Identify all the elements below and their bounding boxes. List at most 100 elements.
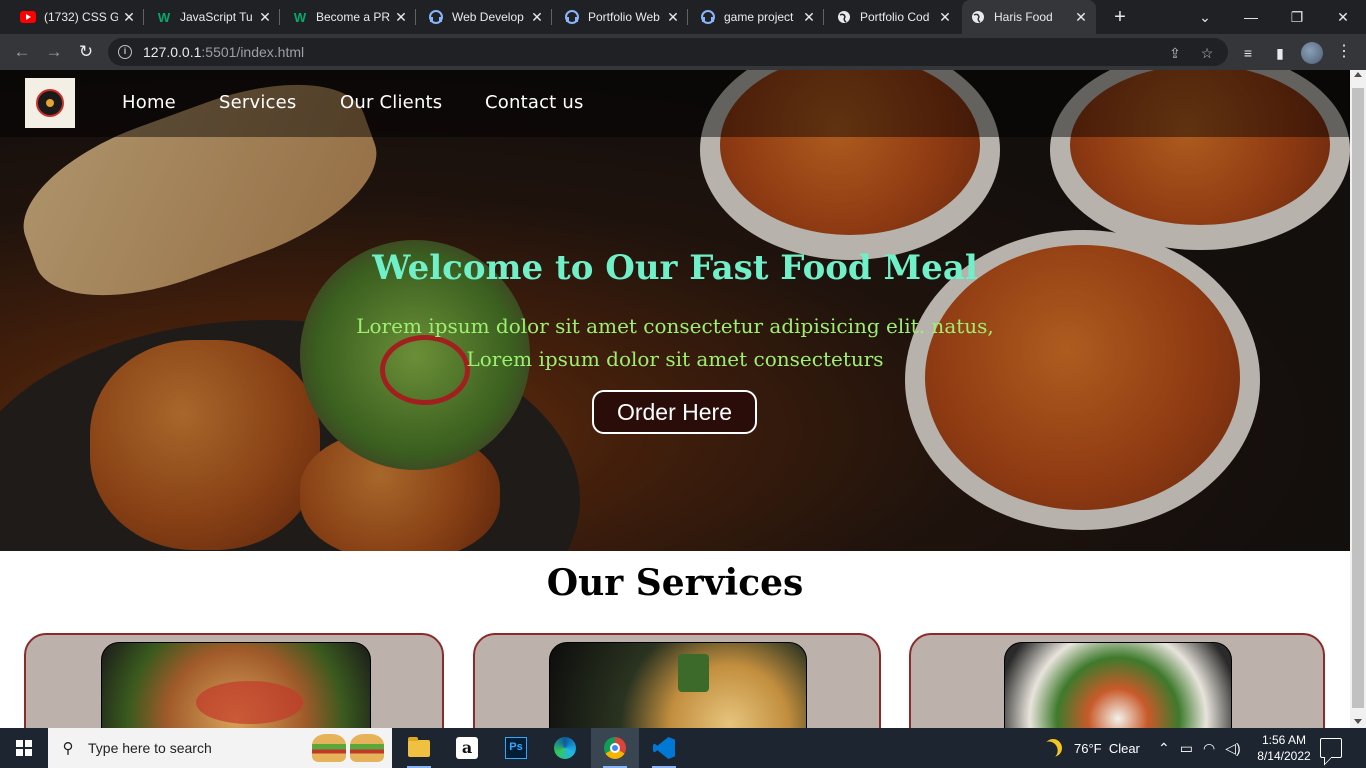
show-hidden-icons-icon[interactable]: ⌃: [1158, 740, 1170, 757]
taskbar-edge[interactable]: [541, 728, 589, 768]
reading-list-icon[interactable]: ≡: [1238, 43, 1258, 63]
scrollbar-thumb[interactable]: [1352, 88, 1364, 708]
scroll-up-arrow-icon[interactable]: [1354, 72, 1362, 77]
taskbar-photoshop[interactable]: Ps: [492, 728, 540, 768]
service-card[interactable]: [473, 633, 881, 728]
browser-tab-strip: (1732) CSS Gr ✕ W JavaScript Tu ✕ W Beco…: [0, 0, 1366, 34]
w3schools-icon: W: [293, 9, 307, 25]
close-tab-icon[interactable]: ✕: [1074, 9, 1088, 26]
close-tab-icon[interactable]: ✕: [394, 9, 408, 26]
nav-link-contact-us[interactable]: Contact us: [485, 92, 584, 113]
close-tab-icon[interactable]: ✕: [802, 9, 816, 26]
url-text[interactable]: 127.0.0.1:5501/index.html: [143, 44, 304, 60]
chrome-icon: [604, 737, 626, 759]
hero-title: Welcome to Our Fast Food Meal: [372, 248, 978, 288]
taskbar-chrome[interactable]: [591, 728, 639, 768]
weather-widget[interactable]: 76°F Clear: [1044, 728, 1140, 768]
browser-toolbar: ← → ↻ i 127.0.0.1:5501/index.html ⇪ ☆ ≡ …: [0, 34, 1366, 70]
close-tab-icon[interactable]: ✕: [938, 9, 952, 26]
wifi-icon[interactable]: ◠: [1203, 740, 1215, 757]
page-viewport: Home Services Our Clients Contact us Wel…: [0, 70, 1350, 728]
bookmark-star-icon[interactable]: ☆: [1198, 44, 1216, 62]
browser-tab[interactable]: W Become a PR ✕: [284, 0, 416, 34]
headset-icon: [428, 9, 444, 25]
photoshop-icon: Ps: [505, 737, 527, 759]
file-explorer-icon: [408, 736, 430, 757]
page-scrollbar[interactable]: [1350, 70, 1366, 728]
site-logo[interactable]: [25, 78, 75, 128]
hero-subtitle: Lorem ipsum dolor sit amet consectetur a…: [0, 310, 1350, 376]
close-tab-icon[interactable]: ✕: [122, 9, 136, 26]
notification-center-icon[interactable]: [1320, 738, 1342, 758]
clock-time: 1:56 AM: [1261, 733, 1307, 747]
service-card[interactable]: [909, 633, 1325, 728]
taskbar-file-explorer[interactable]: [395, 728, 443, 768]
hero-subtitle-line: Lorem ipsum dolor sit amet consecteturs: [466, 347, 884, 371]
service-salad-image: [1004, 642, 1232, 728]
nav-link-our-clients[interactable]: Our Clients: [340, 92, 442, 113]
tab-title: Haris Food: [994, 10, 1053, 24]
browser-tab[interactable]: game project ✕: [692, 0, 824, 34]
youtube-icon: [20, 9, 36, 25]
battery-icon[interactable]: ▭: [1180, 740, 1193, 757]
site-info-icon[interactable]: i: [118, 45, 132, 59]
order-here-button[interactable]: Order Here: [592, 390, 757, 434]
side-panel-icon[interactable]: ▮: [1270, 43, 1290, 63]
nav-link-services[interactable]: Services: [219, 92, 297, 113]
share-icon[interactable]: ⇪: [1166, 44, 1184, 62]
globe-icon: [970, 9, 986, 25]
restore-button[interactable]: ❐: [1274, 0, 1320, 34]
tab-title: game project: [724, 10, 794, 24]
moon-icon: [1041, 736, 1066, 761]
back-button[interactable]: ←: [10, 40, 34, 64]
taskbar-amazon[interactable]: a: [443, 728, 491, 768]
taskbar-vscode[interactable]: [640, 728, 688, 768]
tab-title: Web Develop: [452, 10, 524, 24]
tab-title: Portfolio Web: [588, 10, 660, 24]
services-section-title: Our Services: [546, 562, 804, 604]
browser-tab[interactable]: Portfolio Web ✕: [556, 0, 688, 34]
vscode-icon: [653, 737, 675, 759]
taskbar-clock[interactable]: 1:56 AM 8/14/2022: [1248, 732, 1320, 764]
browser-menu-icon[interactable]: ⋮: [1334, 42, 1354, 62]
taskbar-search-box[interactable]: ⚲ Type here to search: [48, 728, 392, 768]
close-tab-icon[interactable]: ✕: [258, 9, 272, 26]
search-highlight-sandwich-icon: [312, 734, 384, 762]
reload-button[interactable]: ↻: [74, 40, 98, 64]
new-tab-button[interactable]: +: [1108, 5, 1132, 29]
tab-title: Become a PR: [316, 10, 390, 24]
browser-tab[interactable]: W JavaScript Tu ✕: [148, 0, 280, 34]
service-wrap-image: [101, 642, 371, 728]
globe-icon: [836, 9, 852, 25]
hero-subtitle-line: Lorem ipsum dolor sit amet consectetur a…: [356, 314, 994, 338]
search-placeholder: Type here to search: [88, 740, 212, 756]
close-window-button[interactable]: ✕: [1320, 0, 1366, 34]
search-icon: ⚲: [62, 740, 74, 757]
browser-tab[interactable]: Portfolio Cod ✕: [828, 0, 960, 34]
headset-icon: [564, 9, 580, 25]
tab-title: JavaScript Tu: [180, 10, 253, 24]
profile-avatar[interactable]: [1301, 42, 1323, 64]
clock-date: 8/14/2022: [1257, 749, 1311, 763]
browser-tab[interactable]: Web Develop ✕: [420, 0, 552, 34]
browser-tab-active[interactable]: Haris Food ✕: [962, 0, 1096, 34]
tab-title: (1732) CSS Gr: [44, 10, 118, 24]
weather-text: 76°F Clear: [1074, 740, 1140, 756]
close-tab-icon[interactable]: ✕: [666, 9, 680, 26]
forward-button[interactable]: →: [42, 40, 66, 64]
service-pizza-image: [549, 642, 807, 728]
browser-tab[interactable]: (1732) CSS Gr ✕: [12, 0, 144, 34]
address-bar[interactable]: i 127.0.0.1:5501/index.html ⇪ ☆: [108, 38, 1228, 66]
tab-search-icon[interactable]: ⌄: [1182, 0, 1228, 34]
windows-taskbar: ⚲ Type here to search a Ps 76°F Clear ⌃ …: [0, 728, 1366, 768]
windows-logo-icon: [16, 740, 32, 756]
minimize-button[interactable]: —: [1228, 0, 1274, 34]
nav-link-home[interactable]: Home: [122, 92, 176, 113]
start-button[interactable]: [0, 728, 48, 768]
scroll-down-arrow-icon[interactable]: [1354, 719, 1362, 724]
close-tab-icon[interactable]: ✕: [530, 9, 544, 26]
edge-icon: [554, 737, 576, 759]
volume-icon[interactable]: ◁): [1225, 740, 1240, 757]
site-navbar: Home Services Our Clients Contact us: [0, 70, 1350, 137]
service-card[interactable]: [24, 633, 444, 728]
